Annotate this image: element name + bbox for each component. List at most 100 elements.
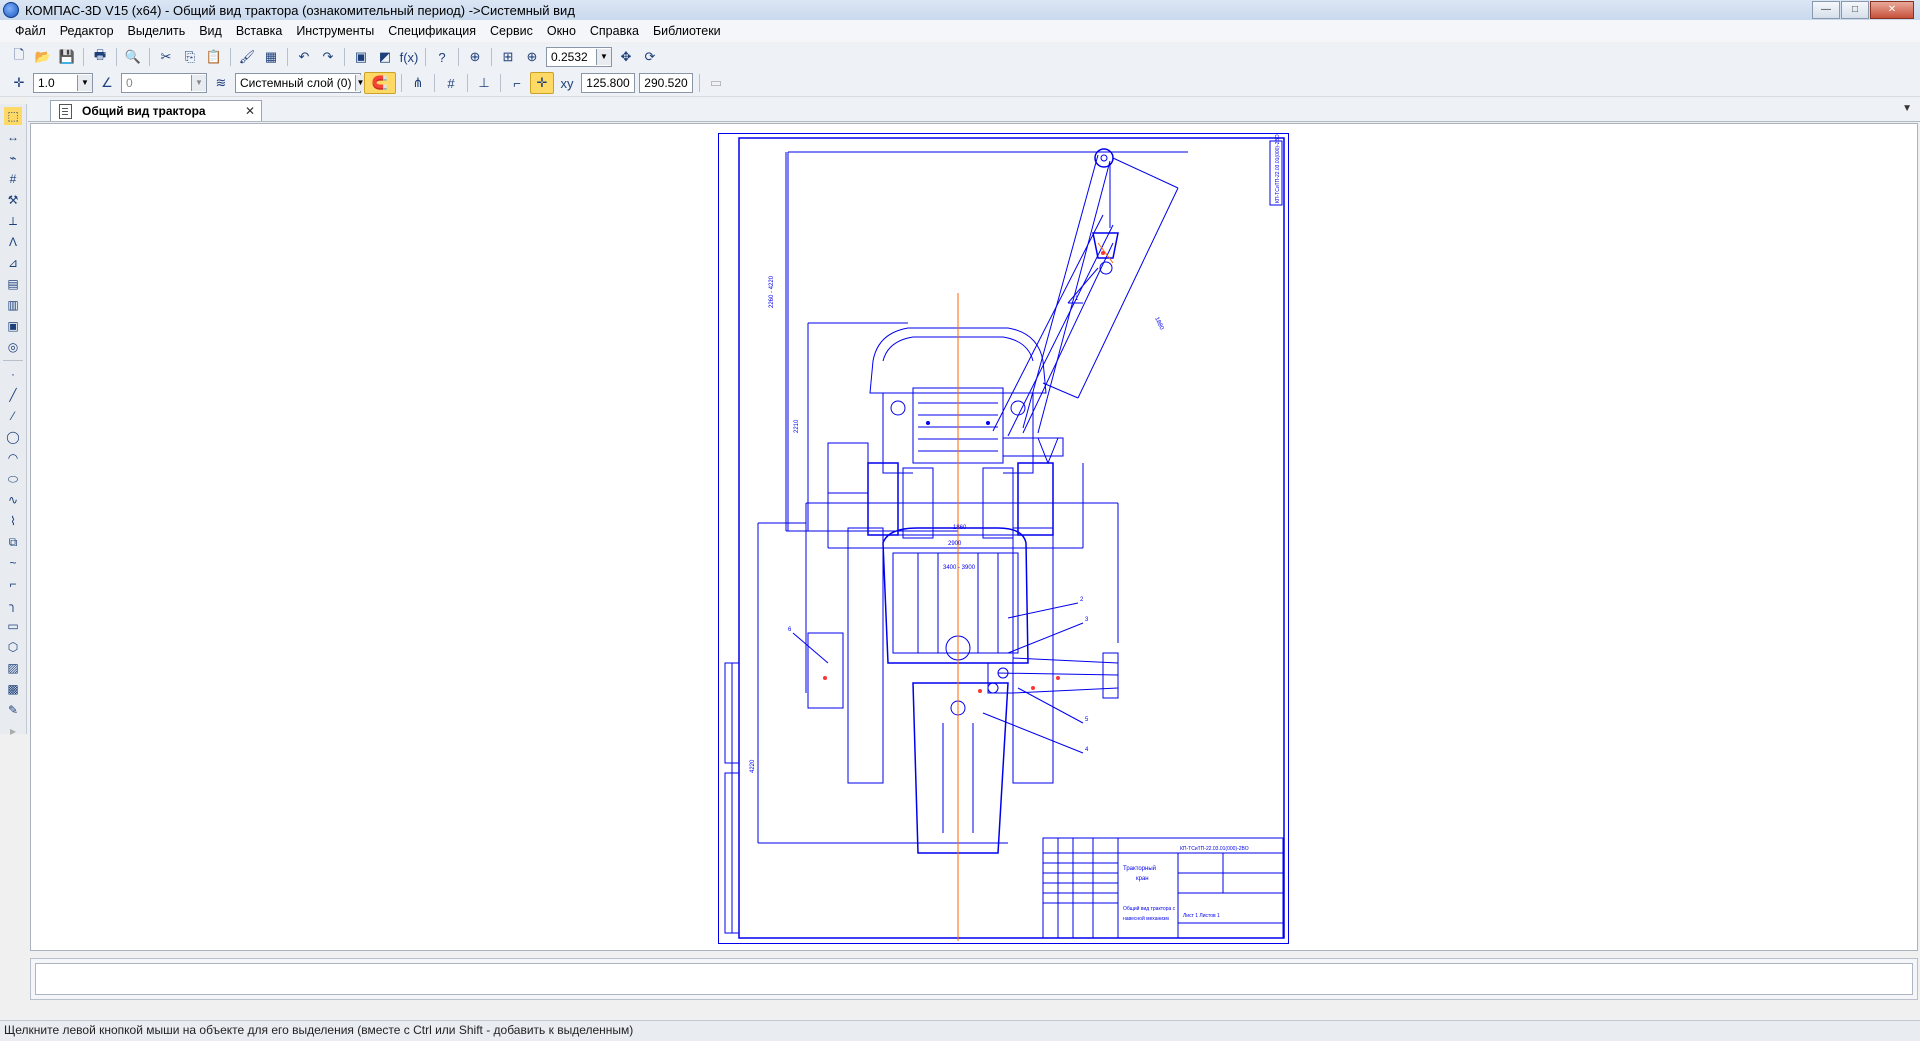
leader-label-6: 6 <box>788 627 792 633</box>
coord-x-field[interactable]: 125.800 <box>581 73 635 93</box>
layer-combo[interactable]: Системный слой (0) ▼ <box>235 73 365 93</box>
right-rear-wheel <box>1017 462 1054 536</box>
coord-y-field[interactable]: 290.520 <box>639 73 693 93</box>
command-input-field[interactable] <box>35 963 1913 995</box>
close-button[interactable]: ✕ <box>1870 1 1914 19</box>
library-manager-icon[interactable]: ◩ <box>374 47 396 67</box>
refresh-view-icon[interactable]: ⟳ <box>639 47 661 67</box>
round-coords-icon[interactable]: ✛ <box>530 72 554 94</box>
redo-icon[interactable]: ↷ <box>317 47 339 67</box>
grid-icon[interactable]: # <box>440 73 462 93</box>
menu-insert[interactable]: Вставка <box>229 24 289 38</box>
pan-icon[interactable]: ✥ <box>615 47 637 67</box>
associative-views-icon[interactable]: ⊿ <box>4 254 22 272</box>
arc-icon[interactable]: ◠ <box>4 449 22 467</box>
hatch-icon[interactable]: ▨ <box>4 659 22 677</box>
fillet-icon[interactable]: ╮ <box>4 596 22 614</box>
help-pointer-icon[interactable]: ? <box>431 47 453 67</box>
ortho-icon[interactable]: ⌐ <box>506 73 528 93</box>
title-bar: КОМПАС-3D V15 (x64) - Общий вид трактора… <box>0 0 1920 21</box>
local-cs-icon[interactable]: ⊥ <box>473 73 495 93</box>
menu-select[interactable]: Выделить <box>121 24 193 38</box>
menu-help[interactable]: Справка <box>583 24 646 38</box>
drawing-canvas[interactable]: 2260 - 4220 2210 1860 2900 3400 - 3900 4… <box>30 123 1918 951</box>
coordinates-xy-icon[interactable]: xy <box>556 73 578 93</box>
equidistant-icon[interactable]: ⧉ <box>4 533 22 551</box>
reports-icon[interactable]: ▥ <box>4 296 22 314</box>
parametrization-icon[interactable]: ⚒ <box>4 191 22 209</box>
menu-window[interactable]: Окно <box>540 24 583 38</box>
copy-properties-icon[interactable]: 🖌 <box>236 47 258 67</box>
paste-icon[interactable]: 📋 <box>203 47 225 67</box>
edit-toolset-icon[interactable]: # <box>4 170 22 188</box>
angle-combo[interactable]: 0 ▼ <box>121 73 207 93</box>
insert-icon[interactable]: ▣ <box>4 317 22 335</box>
step-cursor-icon[interactable]: ✛ <box>8 73 30 93</box>
layer-value: Системный слой (0) <box>240 76 352 90</box>
circle-icon[interactable]: ◯ <box>4 428 22 446</box>
rectangle-icon[interactable]: ▭ <box>4 617 22 635</box>
menu-edit[interactable]: Редактор <box>53 24 121 38</box>
measure-icon[interactable]: ⟂ <box>4 212 22 230</box>
menu-file[interactable]: Файл <box>8 24 53 38</box>
separator <box>344 48 345 66</box>
chevron-down-icon[interactable]: ▼ <box>596 49 611 65</box>
open-icon[interactable]: 📂 <box>32 47 54 67</box>
variables-fx-icon[interactable]: f(x) <box>398 47 420 67</box>
properties-table-icon[interactable]: ▦ <box>260 47 282 67</box>
angle-step-icon[interactable]: ∠ <box>96 73 118 93</box>
geometry-toolset-icon[interactable]: ⬚ <box>4 107 22 125</box>
menu-libraries[interactable]: Библиотеки <box>646 24 728 38</box>
window-title: КОМПАС-3D V15 (x64) - Общий вид трактора… <box>25 2 575 18</box>
new-document-icon[interactable]: 🗋 <box>8 47 30 67</box>
menu-specification[interactable]: Спецификация <box>381 24 483 38</box>
spec-icon[interactable]: ▤ <box>4 275 22 293</box>
tab-list-chevron-icon[interactable]: ▼ <box>1902 103 1912 114</box>
minimize-button[interactable]: — <box>1812 1 1840 19</box>
layer-icon[interactable]: ≋ <box>210 73 232 93</box>
print-icon[interactable]: 🖶 <box>89 47 111 67</box>
print-preview-icon[interactable]: 🔍 <box>122 47 144 67</box>
cut-icon[interactable]: ✂ <box>155 47 177 67</box>
menu-tools[interactable]: Инструменты <box>289 24 381 38</box>
segment-icon[interactable]: ⁄ <box>4 407 22 425</box>
dim-label-1860: 1860 <box>953 525 967 531</box>
layers-icon[interactable]: ◎ <box>4 338 22 356</box>
polyline-icon[interactable]: ⌇ <box>4 512 22 530</box>
auxiliary-line-icon[interactable]: ╱ <box>4 386 22 404</box>
separator <box>230 48 231 66</box>
menu-view[interactable]: Вид <box>192 24 229 38</box>
zoom-scale-combo[interactable]: 0.2532 ▼ <box>546 47 612 67</box>
snap-magnet-icon[interactable]: 🧲 <box>364 72 396 94</box>
tab-close-icon[interactable]: ✕ <box>245 104 255 118</box>
chamfer-icon[interactable]: ⌐ <box>4 575 22 593</box>
maximize-button[interactable]: □ <box>1841 1 1869 19</box>
menu-service[interactable]: Сервис <box>483 24 540 38</box>
zoom-window-icon[interactable]: ⊞ <box>497 47 519 67</box>
bezier-icon[interactable]: ~ <box>4 554 22 572</box>
point-icon[interactable]: · <box>4 365 22 383</box>
copy-icon[interactable]: ⎘ <box>179 47 201 67</box>
zoom-in-icon[interactable]: ⊕ <box>521 47 543 67</box>
contour-icon[interactable]: ✎ <box>4 701 22 719</box>
fill-icon[interactable]: ▩ <box>4 680 22 698</box>
dim-label-2900: 2900 <box>948 541 962 547</box>
chevron-down-icon[interactable]: ▼ <box>77 75 92 91</box>
kompas-app-icon[interactable] <box>3 2 19 18</box>
more-tools-icon[interactable]: ▸ <box>4 722 22 740</box>
undo-icon[interactable]: ↶ <box>293 47 315 67</box>
step-combo[interactable]: 1.0 ▼ <box>33 73 93 93</box>
save-icon[interactable]: 💾 <box>56 47 78 67</box>
snap-settings-icon[interactable]: ⋔ <box>407 73 429 93</box>
symbols-toolset-icon[interactable]: ⌁ <box>4 149 22 167</box>
dimensions-toolset-icon[interactable]: ↔ <box>4 128 22 146</box>
properties-panel-icon[interactable]: ▭ <box>705 73 727 93</box>
spline-icon[interactable]: ∿ <box>4 491 22 509</box>
tab-general-view[interactable]: Общий вид трактора ✕ <box>50 100 262 121</box>
ellipse-icon[interactable]: ⬭ <box>4 470 22 488</box>
chevron-down-icon[interactable]: ▼ <box>191 75 206 91</box>
select-icon[interactable]: Λ <box>4 233 22 251</box>
polygon-icon[interactable]: ⬡ <box>4 638 22 656</box>
manager-icon[interactable]: ▣ <box>350 47 372 67</box>
zoom-all-icon[interactable]: ⊕ <box>464 47 486 67</box>
